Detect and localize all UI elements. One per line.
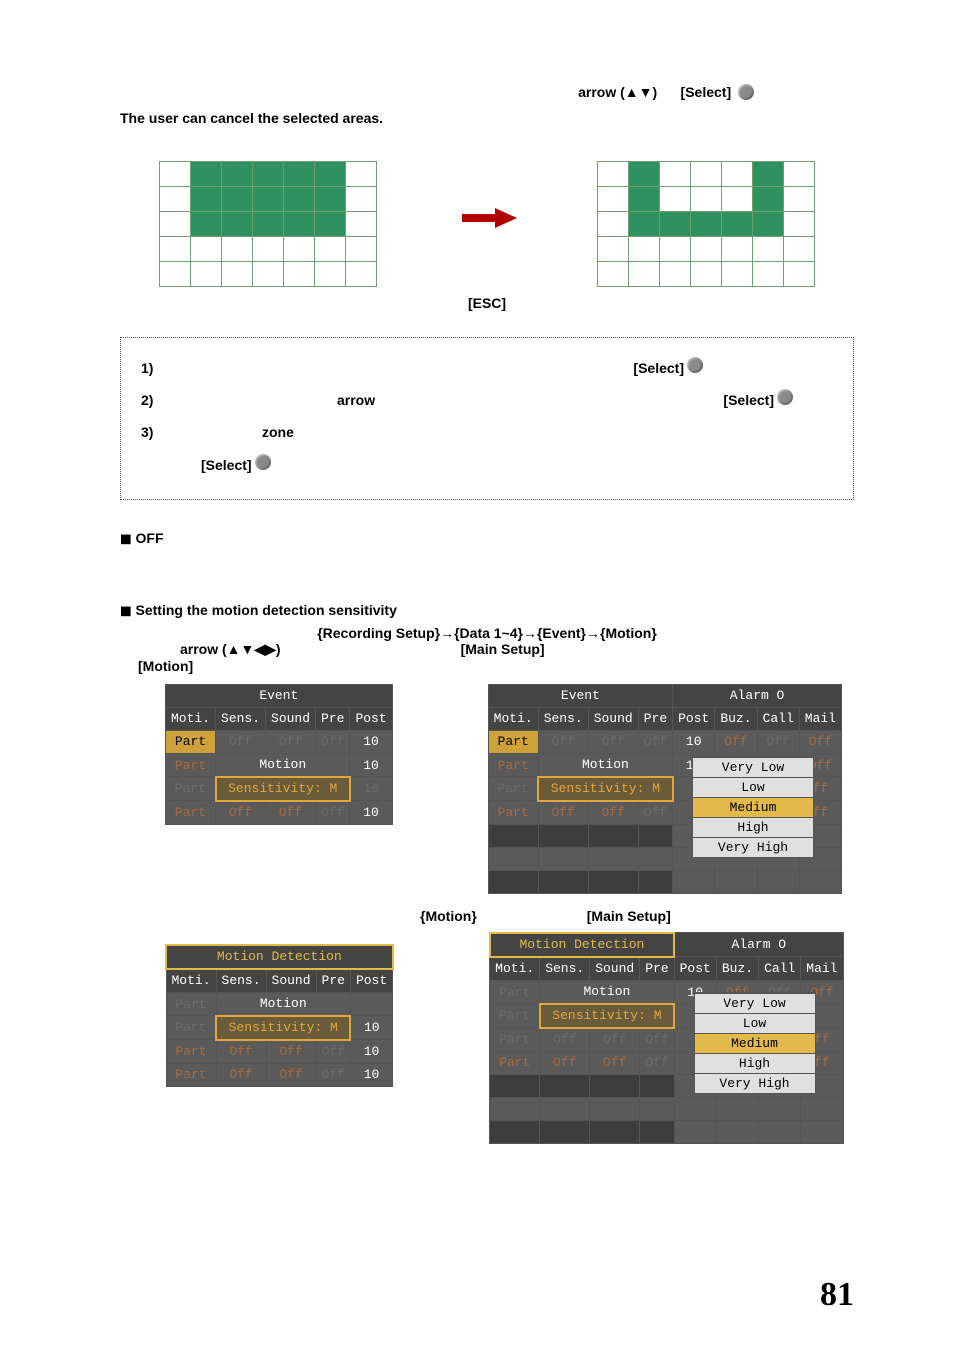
cancel-areas-text: The user can cancel the selected areas. xyxy=(120,110,854,126)
main-setup-label: [Main Setup] xyxy=(461,641,545,658)
motion-grid-before xyxy=(159,161,377,287)
select-label-top: [Select] xyxy=(681,84,732,100)
off-heading: OFF xyxy=(136,530,164,546)
motiondet-table-small: Motion Detection Moti.Sens.SoundPrePost … xyxy=(165,944,394,1087)
event-table-small: Event Moti.Sens.Sound PrePost PartOffOff… xyxy=(165,684,393,825)
arrow-updown-label: arrow (▲▼) xyxy=(578,84,657,100)
step-3-select: [Select] xyxy=(201,449,252,481)
sensitivity-dropdown-2[interactable]: Very Low Low Medium High Very High xyxy=(694,992,816,1094)
select-icon xyxy=(738,84,754,100)
motion-bracket-label: [Motion] xyxy=(138,658,854,674)
menu-path: {Recording Setup}→{Data 1~4}→{Event}→{Mo… xyxy=(120,625,854,641)
sensitivity-heading: Setting the motion detection sensitivity xyxy=(136,602,397,618)
select-icon xyxy=(777,389,793,405)
page-number: 81 xyxy=(820,1276,854,1314)
sensitivity-dropdown-1[interactable]: Very Low Low Medium High Very High xyxy=(692,756,814,858)
main-setup-label-pair: [Main Setup] xyxy=(587,908,671,924)
arrow-4dir-label: arrow (▲▼◀▶) xyxy=(180,641,281,658)
arrow-right-icon xyxy=(495,208,517,228)
motion-label-pair: {Motion} xyxy=(420,908,477,924)
step-1-num: 1) xyxy=(141,352,177,384)
steps-box: 1) [Select] 2) arrow [Select] 3) zone [S… xyxy=(120,337,854,500)
motion-grid-after xyxy=(597,161,815,287)
step-2-arrow: arrow xyxy=(337,384,375,416)
step-2-num: 2) xyxy=(141,384,177,416)
step-3-zone: zone xyxy=(262,416,294,448)
esc-label: [ESC] xyxy=(120,295,854,311)
step-1-select: [Select] xyxy=(633,352,684,384)
select-icon xyxy=(687,357,703,373)
step-3-num: 3) xyxy=(141,416,177,448)
step-2-select: [Select] xyxy=(723,384,774,416)
select-icon xyxy=(255,454,271,470)
